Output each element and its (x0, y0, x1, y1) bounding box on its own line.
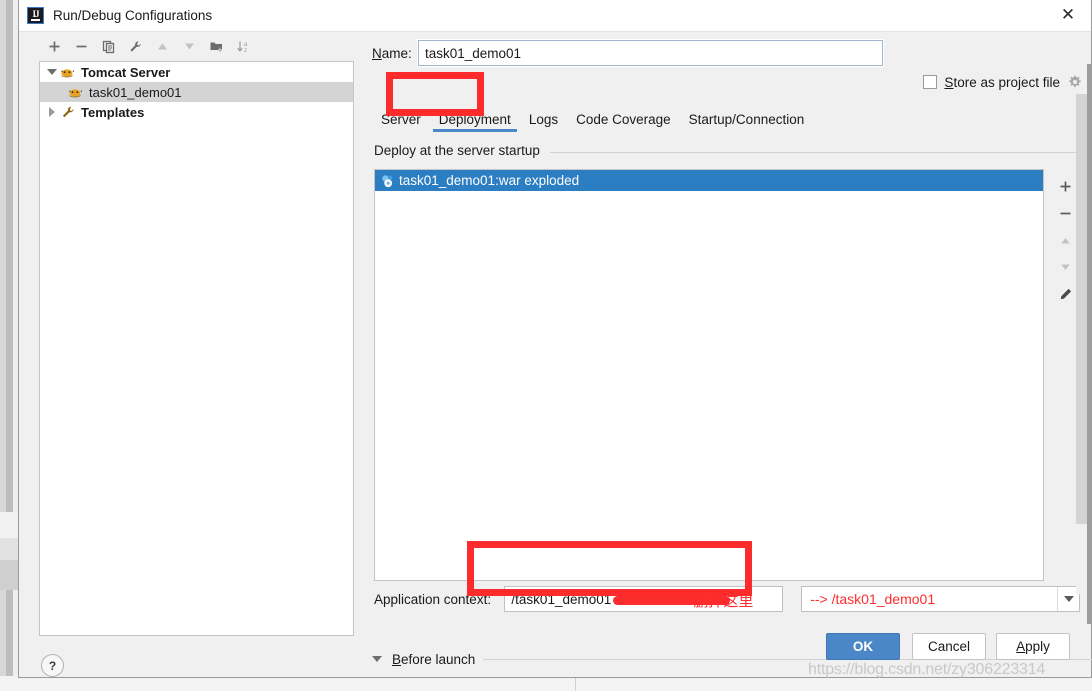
svg-text:z: z (244, 48, 247, 54)
run-debug-configurations-dialog: IJ Run/Debug Configurations ✕ a z Tomcat… (18, 0, 1092, 678)
tree-item-tomcat-server[interactable]: Tomcat Server (40, 62, 353, 82)
tab-code-coverage[interactable]: Code Coverage (567, 110, 680, 132)
cancel-button[interactable]: Cancel (912, 633, 986, 660)
deploy-at-server-startup-label: Deploy at the server startup (374, 143, 546, 158)
remove-artifact-button[interactable] (1052, 200, 1078, 227)
group-separator (550, 152, 1080, 153)
tree-item-label: Tomcat Server (81, 64, 171, 80)
edit-templates-wrench-icon[interactable] (122, 34, 149, 58)
tree-item-label: Templates (81, 104, 145, 120)
chevron-right-icon[interactable] (44, 104, 60, 120)
application-context-row: Application context: /task01_demo01 删掉这里… (374, 584, 1080, 614)
gear-icon[interactable] (1067, 74, 1083, 90)
apply-rest: pply (1025, 639, 1050, 654)
move-down-button[interactable] (176, 34, 203, 58)
ok-button[interactable]: OK (826, 633, 900, 660)
apply-button[interactable]: Apply (996, 633, 1070, 660)
move-up-button[interactable] (149, 34, 176, 58)
configuration-editor-pane: Name: Store as project file (356, 32, 1092, 678)
intellij-idea-icon: IJ (27, 7, 44, 24)
name-label: Name: (356, 46, 418, 61)
store-as-project-file-checkbox[interactable] (923, 75, 938, 89)
list-item[interactable]: task01_demo01:war exploded (375, 170, 1043, 191)
result-hint-annotation: --> /task01_demo01 (810, 591, 936, 607)
sort-az-icon[interactable]: a z (230, 34, 257, 58)
application-context-label: Application context: (374, 591, 492, 607)
configurations-toolbar: a z (19, 32, 356, 60)
copy-configuration-button[interactable] (95, 34, 122, 58)
tree-item-task01-demo01[interactable]: task01_demo01 (40, 82, 353, 102)
chevron-down-icon[interactable] (44, 64, 60, 80)
store-as-project-file-label: Store as project file (944, 75, 1060, 90)
name-row: Name: (356, 38, 1092, 68)
tomcat-icon (68, 84, 84, 100)
deployment-panel: Deploy at the server startup task01_demo… (372, 143, 1080, 632)
list-item-label: task01_demo01:war exploded (399, 173, 580, 188)
configuration-tabs[interactable]: Server Deployment Logs Code Coverage Sta… (372, 110, 1092, 136)
close-icon[interactable]: ✕ (1045, 0, 1091, 31)
scrollbar-thumb[interactable] (1076, 94, 1087, 524)
tree-item-templates[interactable]: Templates (40, 102, 353, 122)
store-label-rest: tore as project file (953, 74, 1060, 90)
artifact-icon (380, 173, 396, 189)
tree-item-label: task01_demo01 (89, 84, 182, 100)
dialog-titlebar: IJ Run/Debug Configurations ✕ (19, 0, 1091, 32)
screenshot-root: IJ Run/Debug Configurations ✕ a z Tomcat… (0, 0, 1092, 691)
add-artifact-button[interactable] (1052, 173, 1078, 200)
application-context-input[interactable]: /task01_demo01 删掉这里 (504, 586, 784, 612)
move-artifact-up-button[interactable] (1052, 227, 1078, 254)
configurations-left-pane: a z Tomcat Server task01_demo01 Template… (19, 32, 356, 678)
apply-mnemonic: A (1016, 639, 1026, 654)
dialog-title: Run/Debug Configurations (53, 8, 213, 23)
window-right-edge (1087, 64, 1092, 624)
dialog-body: a z Tomcat Server task01_demo01 Template… (19, 32, 1092, 678)
tab-server[interactable]: Server (372, 110, 430, 132)
configurations-tree[interactable]: Tomcat Server task01_demo01 Templates (39, 61, 354, 636)
name-label-rest: ame: (381, 45, 412, 61)
store-as-project-file-row[interactable]: Store as project file (923, 74, 1083, 90)
panel-scrollbar[interactable] (1076, 94, 1087, 594)
pencil-icon[interactable] (1052, 281, 1078, 308)
add-configuration-button[interactable] (41, 34, 68, 58)
tab-deployment[interactable]: Deployment (430, 110, 520, 132)
delete-here-annotation: 删掉这里 (693, 592, 754, 610)
name-input[interactable] (417, 39, 884, 67)
remove-configuration-button[interactable] (68, 34, 95, 58)
application-context-value: /task01_demo01 (511, 591, 612, 607)
move-artifact-down-button[interactable] (1052, 254, 1078, 281)
wrench-icon (60, 104, 76, 120)
watermark: https://blog.csdn.net/zy306223314 (808, 661, 1046, 678)
tab-startup-connection[interactable]: Startup/Connection (680, 110, 814, 132)
tomcat-icon (60, 64, 76, 80)
name-label-mnemonic: N (372, 45, 382, 61)
artifacts-list[interactable]: task01_demo01:war exploded (374, 169, 1044, 581)
folder-add-icon[interactable] (203, 34, 230, 58)
application-context-result-combo[interactable]: --> /task01_demo01 (801, 586, 1080, 612)
tab-logs[interactable]: Logs (520, 110, 567, 132)
